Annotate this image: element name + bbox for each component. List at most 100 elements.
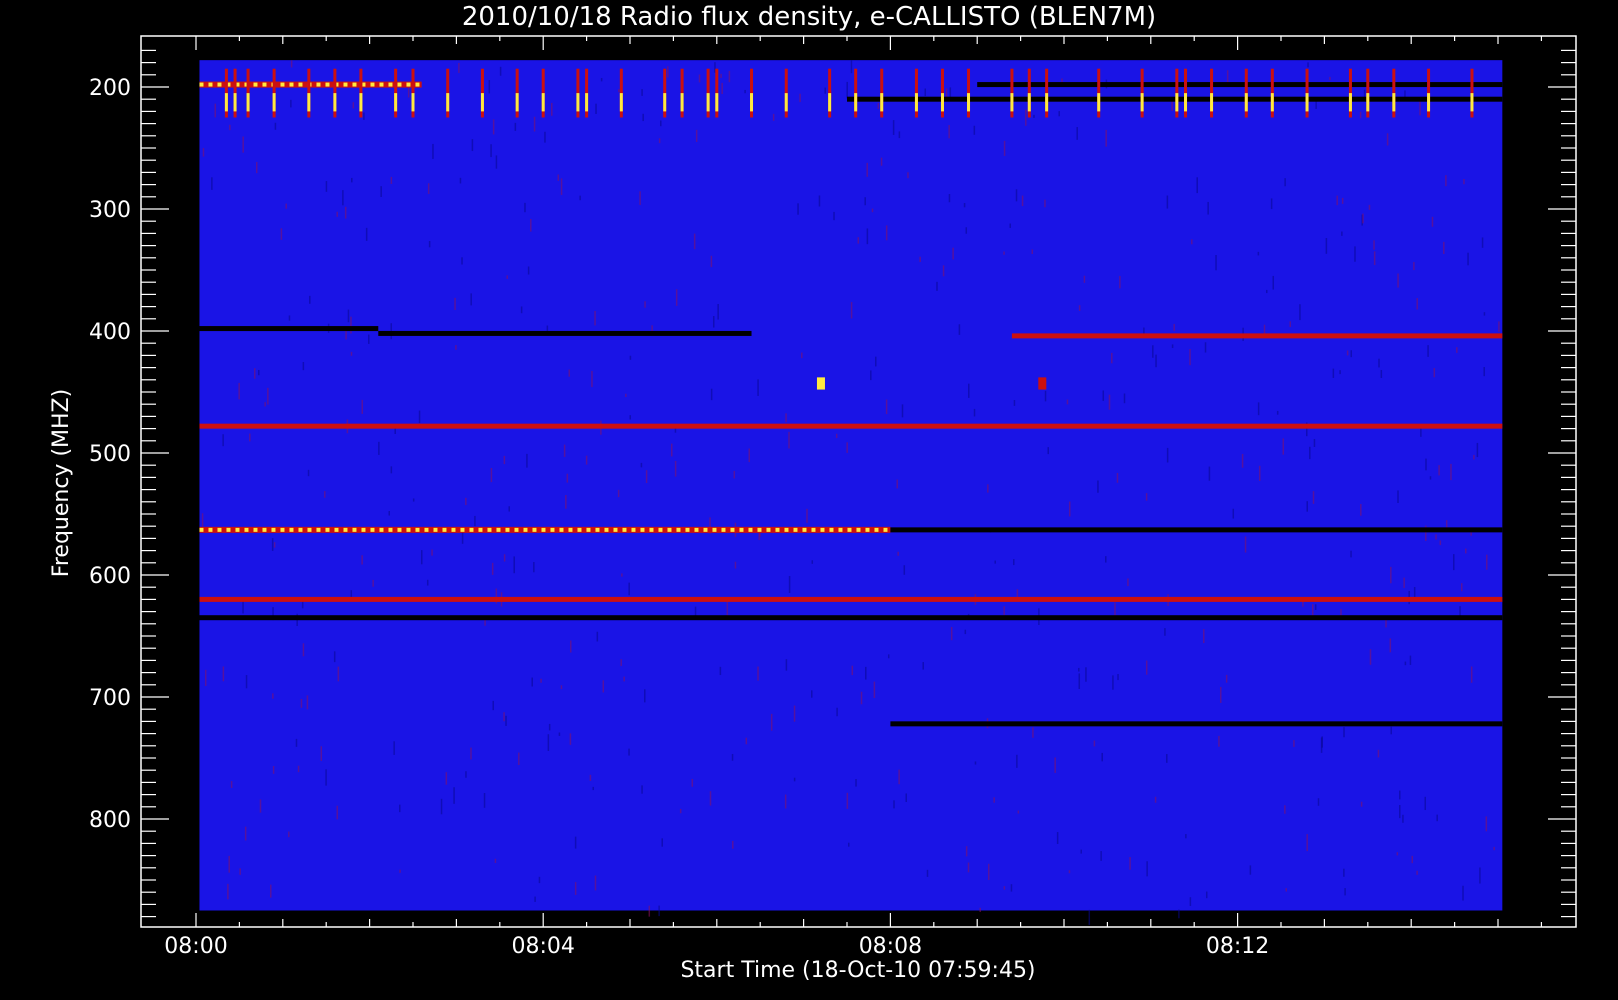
- noise-speck: [1058, 111, 1060, 117]
- noise-speck: [1205, 891, 1208, 899]
- noise-speck: [1476, 442, 1479, 458]
- noise-speck: [258, 369, 260, 376]
- noise-speck: [530, 218, 532, 232]
- emission-band-pixel: [532, 527, 537, 532]
- noise-speck: [644, 301, 646, 308]
- noise-speck: [993, 797, 995, 803]
- noise-speck: [1044, 390, 1047, 402]
- noise-speck: [300, 698, 303, 708]
- noise-speck: [1249, 865, 1252, 875]
- noise-speck: [860, 691, 863, 705]
- noise-speck: [596, 631, 599, 642]
- noise-speck: [280, 228, 283, 240]
- radio-burst-core: [1045, 93, 1049, 112]
- noise-speck: [520, 306, 523, 314]
- noise-speck: [1083, 275, 1086, 283]
- noise-speck: [390, 176, 393, 184]
- noise-speck: [602, 680, 605, 693]
- radio-burst-core: [750, 93, 754, 112]
- noise-speck: [1154, 796, 1157, 803]
- noise-speck: [1021, 195, 1024, 207]
- noise-speck: [1085, 667, 1087, 682]
- emission-band-pixel: [595, 527, 600, 532]
- emission-band-pixel: [217, 527, 222, 532]
- radio-burst-core: [1027, 93, 1031, 112]
- emission-band-pixel: [208, 527, 213, 532]
- noise-speck: [1373, 251, 1376, 266]
- noise-speck: [255, 162, 258, 174]
- emission-band-pixel: [838, 527, 843, 532]
- emission-band-pixel: [397, 82, 402, 87]
- noise-speck: [1111, 352, 1113, 364]
- emission-band: [199, 423, 1503, 429]
- x-axis-label: Start Time (18-Oct-10 07:59:45): [680, 958, 1035, 983]
- noise-speck: [811, 560, 814, 564]
- noise-speck: [526, 453, 528, 468]
- noise-speck: [440, 798, 443, 815]
- noise-speck: [378, 441, 380, 455]
- emission-band-pixel: [460, 527, 465, 532]
- noise-speck: [1123, 393, 1126, 404]
- emission-band-pixel: [199, 82, 204, 87]
- emission-band: [199, 596, 1503, 602]
- noise-speck: [518, 752, 520, 765]
- emission-band-pixel: [631, 527, 636, 532]
- spectrogram-figure: 2010/10/18 Radio flux density, e-CALLIST…: [0, 0, 1618, 1000]
- emission-band-pixel: [523, 527, 528, 532]
- noise-speck: [483, 793, 486, 808]
- noise-speck: [227, 883, 229, 900]
- emission-band-pixel: [469, 527, 474, 532]
- noise-speck: [306, 695, 309, 710]
- emission-band-pixel: [262, 527, 267, 532]
- y-tick-label: 300: [89, 198, 131, 223]
- noise-speck: [1016, 754, 1018, 768]
- noise-speck: [380, 186, 382, 197]
- noise-speck: [855, 779, 857, 787]
- emission-band-pixel: [559, 527, 564, 532]
- noise-speck: [623, 676, 625, 682]
- radio-burst-core: [967, 93, 971, 112]
- noise-speck: [324, 491, 326, 498]
- emission-band-pixel: [793, 527, 798, 532]
- noise-speck: [793, 705, 796, 722]
- noise-speck: [533, 562, 535, 573]
- emission-band-pixel: [397, 527, 402, 532]
- noise-speck: [333, 651, 336, 663]
- noise-speck: [1493, 846, 1495, 851]
- noise-speck: [1299, 304, 1301, 321]
- emission-band: [1011, 333, 1503, 339]
- noise-speck: [973, 408, 976, 417]
- noise-speck: [1485, 816, 1488, 832]
- noise-speck: [835, 433, 838, 439]
- emission-band-pixel: [370, 527, 375, 532]
- noise-speck: [887, 654, 890, 659]
- noise-speck: [658, 905, 660, 917]
- noise-speck: [691, 778, 694, 787]
- noise-speck: [569, 640, 572, 653]
- noise-speck: [958, 324, 961, 335]
- noise-speck: [1257, 251, 1260, 256]
- noise-speck: [1033, 114, 1035, 118]
- noise-speck: [717, 304, 719, 320]
- absorption-band: [199, 326, 379, 332]
- radio-burst-core: [1244, 93, 1248, 112]
- noise-speck: [503, 712, 505, 722]
- radio-burst-core: [828, 93, 832, 112]
- noise-speck: [1397, 490, 1399, 504]
- radio-burst-core: [541, 93, 545, 112]
- noise-speck: [345, 330, 347, 340]
- noise-speck: [1215, 254, 1217, 271]
- noise-speck: [1145, 493, 1148, 501]
- noise-speck: [534, 896, 536, 902]
- noise-speck: [1146, 861, 1148, 877]
- noise-speck: [785, 413, 787, 423]
- noise-speck: [600, 77, 603, 82]
- noise-speck: [1425, 458, 1427, 471]
- noise-speck: [1293, 740, 1295, 747]
- emission-band-pixel: [829, 527, 834, 532]
- noise-speck: [1166, 195, 1169, 209]
- noise-speck: [1329, 76, 1331, 81]
- noise-speck: [1076, 127, 1078, 140]
- noise-speck: [628, 582, 630, 596]
- radio-burst-core: [619, 93, 623, 112]
